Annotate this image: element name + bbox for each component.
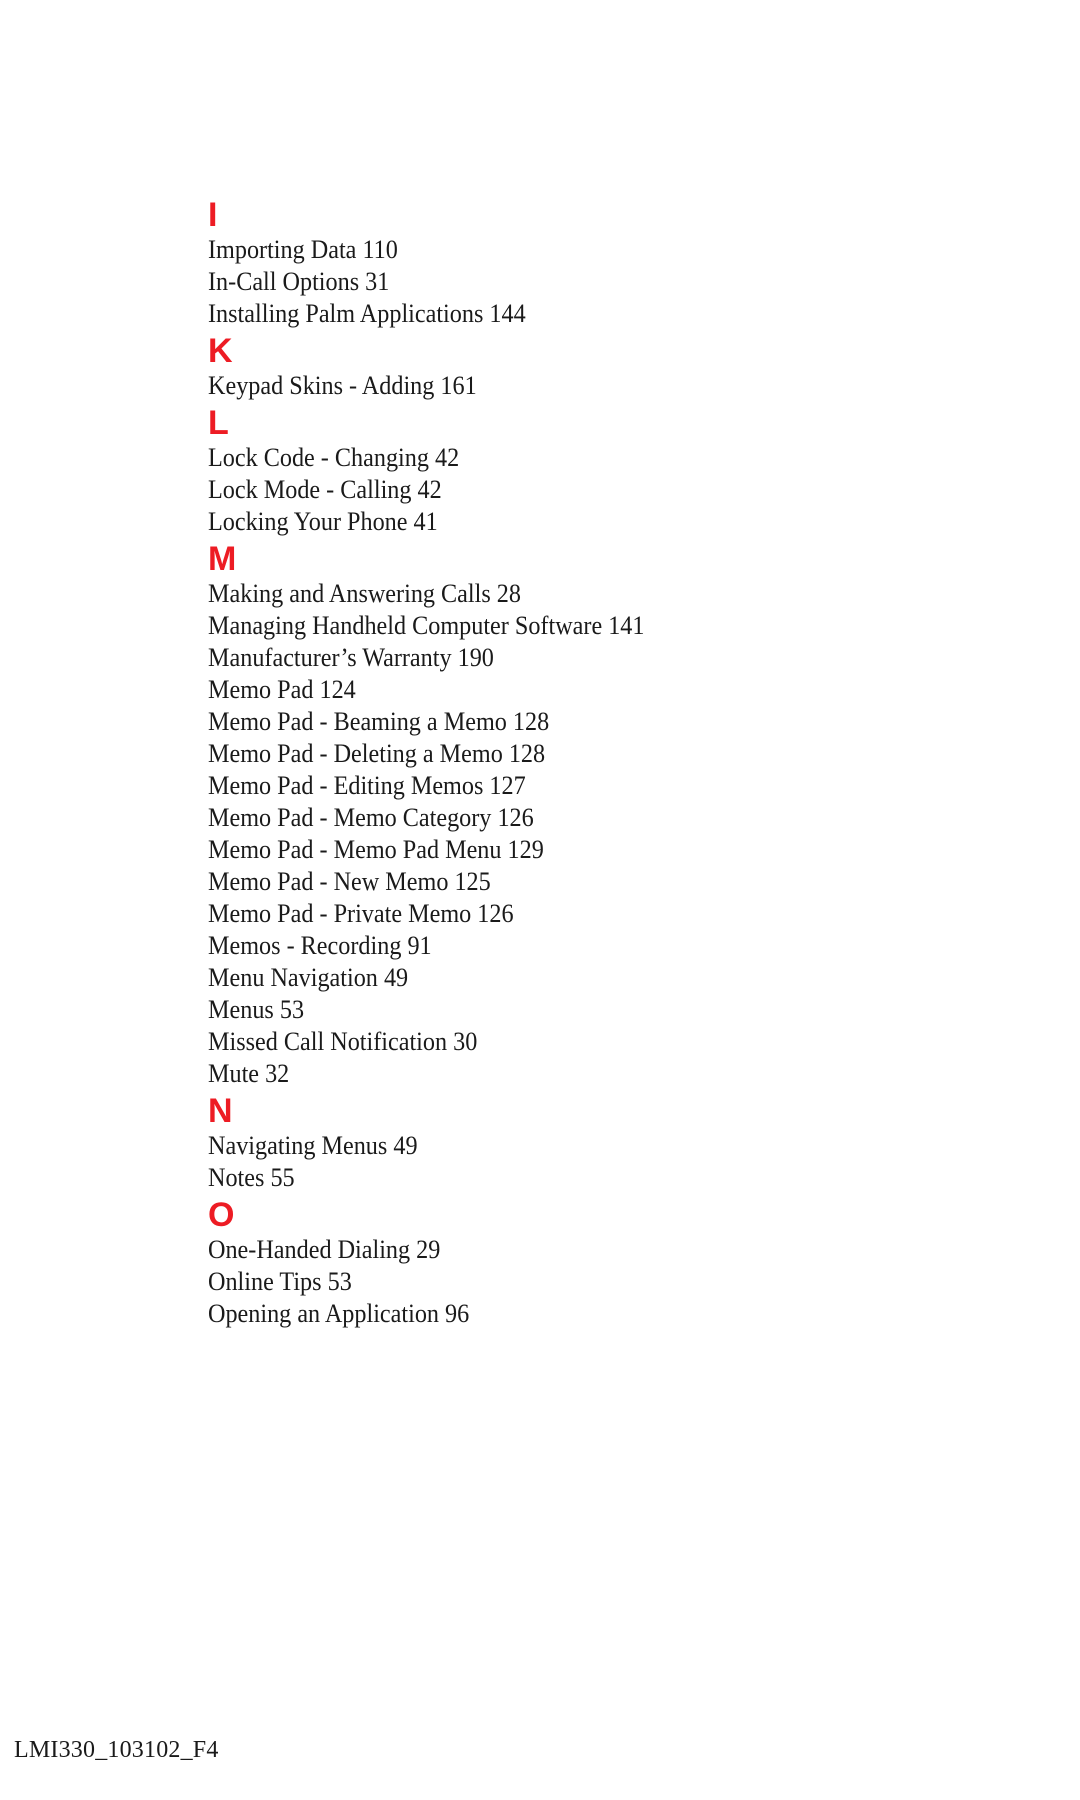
index-letter-group: K Keypad Skins - Adding 161: [208, 332, 908, 402]
index-letter-heading: I: [208, 196, 218, 234]
index-entry: Memo Pad - Memo Category 126: [208, 803, 534, 832]
index-letter-group: L Lock Code - Changing 42 Lock Mode - Call…: [208, 404, 908, 538]
index-entry: Manufacturer’s Warranty 190: [208, 643, 494, 672]
index-entry-list: Making and Answering Calls 28 Managing Ha…: [208, 578, 908, 1090]
index-entry-list: One-Handed Dialing 29 Online Tips 53 Openi…: [208, 1234, 908, 1330]
index-entry: Missed Call Notification 30: [208, 1027, 478, 1056]
index-entry: Online Tips 53: [208, 1267, 352, 1296]
index-entry-list: Lock Code - Changing 42 Lock Mode - Calli…: [208, 442, 908, 538]
index-entry: Making and Answering Calls 28: [208, 579, 521, 608]
index-entry: Memos - Recording 91: [208, 931, 432, 960]
footer-document-code: LMI330_103102_F4: [14, 1737, 219, 1763]
index-entry: Keypad Skins - Adding 161: [208, 371, 477, 400]
index-entry: Memo Pad - Memo Pad Menu 129: [208, 835, 544, 864]
index-entry: Opening an Application 96: [208, 1299, 470, 1328]
index-entry: One-Handed Dialing 29: [208, 1235, 441, 1264]
index-entry: Lock Code - Changing 42: [208, 443, 460, 472]
index-letter-group: M Making and Answering Calls 28 Managing H…: [208, 540, 908, 1090]
index-entry: Importing Data 110: [208, 235, 398, 264]
index-entry-list: Importing Data 110 In-Call Options 31 Inst…: [208, 234, 908, 330]
index-letter-group: I Importing Data 110 In-Call Options 31 Ins…: [208, 196, 908, 330]
index-letter-group: O One-Handed Dialing 29 Online Tips 53 Open…: [208, 1196, 908, 1330]
index-entry: Locking Your Phone 41: [208, 507, 438, 536]
index-entry: Mute 32: [208, 1059, 290, 1088]
index-entry: Notes 55: [208, 1163, 295, 1192]
index-entry: Memo Pad - Deleting a Memo 128: [208, 739, 546, 768]
index-letter-heading: M: [208, 540, 237, 578]
index-entry: In-Call Options 31: [208, 267, 390, 296]
index-letter-heading: L: [208, 404, 229, 442]
index-entry: Menu Navigation 49: [208, 963, 409, 992]
index-letter-heading: O: [208, 1196, 235, 1234]
index-entry: Navigating Menus 49: [208, 1131, 418, 1160]
index-entry: Installing Palm Applications 144: [208, 299, 526, 328]
index-entry: Memo Pad - Beaming a Memo 128: [208, 707, 550, 736]
index-entry: Memo Pad - New Memo 125: [208, 867, 491, 896]
index-entry-list: Navigating Menus 49 Notes 55: [208, 1130, 908, 1194]
index-entry: Managing Handheld Computer Software 141: [208, 611, 645, 640]
index-content: I Importing Data 110 In-Call Options 31 Ins…: [208, 196, 908, 1330]
index-entry: Memo Pad 124: [208, 675, 356, 704]
index-letter-group: N Navigating Menus 49 Notes 55: [208, 1092, 908, 1194]
document-page: I Importing Data 110 In-Call Options 31 Ins…: [0, 0, 1080, 1800]
index-entry-list: Keypad Skins - Adding 161: [208, 370, 908, 402]
index-entry: Lock Mode - Calling 42: [208, 475, 442, 504]
index-entry: Menus 53: [208, 995, 305, 1024]
index-entry: Memo Pad - Private Memo 126: [208, 899, 514, 928]
index-letter-heading: N: [208, 1092, 233, 1130]
index-letter-heading: K: [208, 332, 233, 370]
index-entry: Memo Pad - Editing Memos 127: [208, 771, 526, 800]
